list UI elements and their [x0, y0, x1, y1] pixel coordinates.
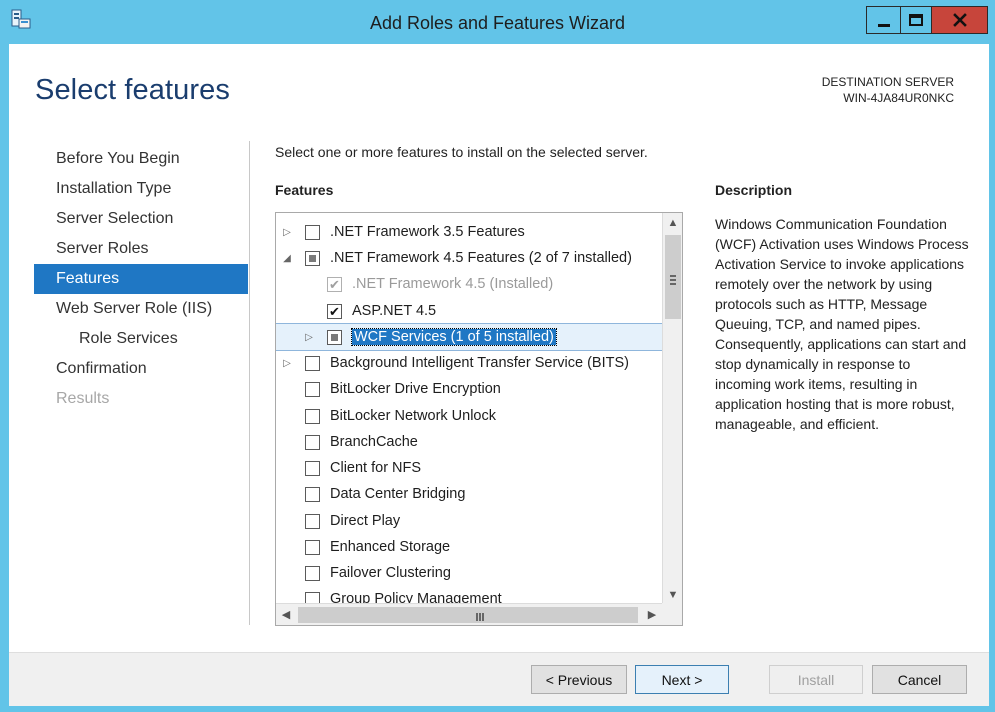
- window-title: Add Roles and Features Wizard: [369, 13, 626, 33]
- feature-label: Client for NFS: [330, 460, 422, 476]
- nav-item-server-selection[interactable]: Server Selection: [34, 204, 248, 234]
- feature-row[interactable]: ▷ .NET Framework 3.5 Features: [276, 219, 662, 245]
- scroll-left-arrow-icon[interactable]: ◀: [276, 605, 296, 625]
- instruction-text: Select one or more features to install o…: [275, 144, 648, 160]
- feature-label: Background Intelligent Transfer Service …: [330, 355, 629, 371]
- install-button[interactable]: Install: [769, 665, 863, 694]
- wizard-footer: < Previous Next > Install Cancel: [9, 652, 989, 706]
- title-bar[interactable]: Add Roles and Features Wizard: [0, 0, 995, 44]
- nav-item-installation-type[interactable]: Installation Type: [34, 174, 248, 204]
- maximize-icon: [909, 14, 923, 26]
- feature-checkbox[interactable]: [305, 565, 320, 581]
- nav-divider: [249, 141, 250, 625]
- nav-item-results: Results: [56, 390, 110, 407]
- nav-item-before-you-begin[interactable]: Before You Begin: [34, 144, 248, 174]
- description-text: Windows Communication Foundation (WCF) A…: [715, 216, 969, 432]
- minimize-button[interactable]: [866, 6, 900, 34]
- feature-checkbox[interactable]: [327, 329, 342, 345]
- destination-server-name: WIN-4JA84UR0NKC: [843, 91, 954, 105]
- features-tree[interactable]: ▷ .NET Framework 3.5 Features ◢ .NET Framew…: [275, 212, 683, 626]
- feature-label: WCF Services (1 of 5 installed): [351, 328, 557, 346]
- vertical-scroll-thumb[interactable]: [665, 235, 681, 319]
- expand-arrow-icon[interactable]: ▷: [276, 227, 298, 238]
- close-button[interactable]: [932, 6, 988, 34]
- feature-label: .NET Framework 4.5 Features (2 of 7 inst…: [330, 250, 632, 266]
- feature-label: BitLocker Drive Encryption: [330, 381, 501, 397]
- feature-label: BitLocker Network Unlock: [330, 408, 496, 424]
- horizontal-scrollbar[interactable]: ◀ ▶: [276, 603, 662, 625]
- feature-row[interactable]: ◢ .NET Framework 4.5 Features (2 of 7 ins…: [276, 245, 662, 271]
- destination-server: DESTINATION SERVER WIN-4JA84UR0NKC: [822, 74, 954, 106]
- expand-arrow-icon[interactable]: ▷: [298, 332, 320, 343]
- feature-label: .NET Framework 3.5 Features: [330, 224, 525, 240]
- feature-checkbox[interactable]: ✔: [327, 303, 342, 319]
- scroll-down-arrow-icon[interactable]: ▼: [663, 585, 682, 605]
- grip-icon: [476, 613, 478, 621]
- minimize-icon: [877, 23, 890, 27]
- feature-row[interactable]: ▷ Background Intelligent Transfer Service…: [276, 350, 662, 376]
- feature-row[interactable]: BitLocker Drive Encryption: [276, 376, 662, 402]
- collapse-arrow-icon[interactable]: ◢: [276, 253, 298, 264]
- feature-checkbox[interactable]: [305, 513, 320, 529]
- feature-checkbox[interactable]: [305, 539, 320, 555]
- next-button[interactable]: Next >: [635, 665, 729, 694]
- feature-checkbox[interactable]: [305, 355, 320, 371]
- feature-row[interactable]: Failover Clustering: [276, 560, 662, 586]
- maximize-button[interactable]: [900, 6, 932, 34]
- vertical-scrollbar[interactable]: ▲ ▼: [662, 213, 682, 605]
- close-icon: [952, 13, 967, 27]
- feature-checkbox[interactable]: [305, 224, 320, 240]
- feature-label: ASP.NET 4.5: [352, 303, 437, 319]
- nav-item-server-roles[interactable]: Server Roles: [34, 234, 248, 264]
- feature-row[interactable]: Data Center Bridging: [276, 481, 662, 507]
- feature-label: Direct Play: [330, 513, 401, 529]
- grip-icon: [670, 275, 676, 277]
- wizard-body: Select features DESTINATION SERVER WIN-4…: [9, 44, 989, 652]
- feature-checkbox[interactable]: [305, 434, 320, 450]
- feature-row[interactable]: ✔ .NET Framework 4.5 (Installed): [276, 271, 662, 297]
- feature-row[interactable]: Client for NFS: [276, 455, 662, 481]
- feature-label: BranchCache: [330, 434, 418, 450]
- wizard-steps-nav: Before You Begin Installation Type Server …: [34, 144, 248, 414]
- feature-checkbox[interactable]: [305, 408, 320, 424]
- destination-label: DESTINATION SERVER: [821, 75, 954, 89]
- feature-label: Failover Clustering: [330, 565, 451, 581]
- cancel-button[interactable]: Cancel: [872, 665, 967, 694]
- page-title: Select features: [35, 74, 230, 106]
- feature-label: Data Center Bridging: [330, 486, 466, 502]
- feature-row[interactable]: BranchCache: [276, 429, 662, 455]
- feature-row[interactable]: Direct Play: [276, 508, 662, 534]
- feature-label: .NET Framework 4.5 (Installed): [352, 276, 554, 292]
- feature-row[interactable]: ▷ WCF Services (1 of 5 installed): [276, 323, 662, 351]
- feature-label: Enhanced Storage: [330, 539, 451, 555]
- expand-arrow-icon[interactable]: ▷: [276, 358, 298, 369]
- feature-checkbox[interactable]: [305, 460, 320, 476]
- nav-item-features[interactable]: Features: [34, 264, 248, 294]
- feature-row[interactable]: Enhanced Storage: [276, 534, 662, 560]
- nav-item-confirmation[interactable]: Confirmation: [34, 354, 248, 384]
- feature-row[interactable]: BitLocker Network Unlock: [276, 403, 662, 429]
- horizontal-scroll-thumb[interactable]: [298, 607, 638, 623]
- feature-row[interactable]: ✔ ASP.NET 4.5: [276, 298, 662, 324]
- feature-checkbox[interactable]: [305, 250, 320, 266]
- scroll-right-arrow-icon[interactable]: ▶: [642, 605, 662, 625]
- feature-checkbox[interactable]: [305, 486, 320, 502]
- nav-item-web-server-role-iis[interactable]: Web Server Role (IIS): [34, 294, 248, 324]
- description-heading: Description: [715, 182, 793, 198]
- scrollbar-corner: [662, 603, 682, 625]
- features-tree-rows: ▷ .NET Framework 3.5 Features ◢ .NET Framew…: [276, 213, 662, 605]
- features-heading: Features: [275, 182, 334, 198]
- feature-checkbox[interactable]: [305, 381, 320, 397]
- scroll-up-arrow-icon[interactable]: ▲: [663, 213, 682, 233]
- nav-item-role-services[interactable]: Role Services: [34, 324, 248, 354]
- feature-checkbox: ✔: [327, 276, 342, 292]
- previous-button[interactable]: < Previous: [531, 665, 627, 694]
